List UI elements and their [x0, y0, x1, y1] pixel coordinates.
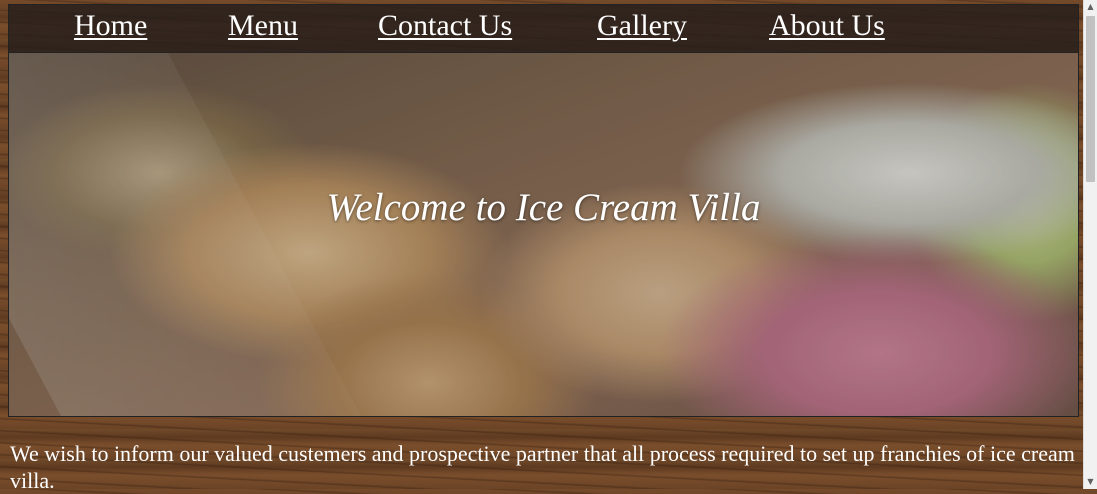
scroll-up-arrow-icon[interactable]: ▲	[1084, 0, 1097, 14]
scrollbar-thumb[interactable]	[1086, 16, 1095, 182]
vertical-scrollbar[interactable]: ▲ ▼	[1083, 0, 1097, 489]
page: Home Menu Contact Us Gallery About Us We…	[0, 0, 1084, 493]
nav-link-about-us[interactable]: About Us	[769, 9, 885, 43]
nav-link-menu[interactable]: Menu	[228, 9, 298, 43]
hero-banner-image: Welcome to Ice Cream Villa	[8, 52, 1079, 417]
nav-link-home[interactable]: Home	[74, 9, 147, 43]
top-navigation: Home Menu Contact Us Gallery About Us	[8, 4, 1079, 54]
nav-link-gallery[interactable]: Gallery	[597, 9, 687, 43]
nav-link-contact-us[interactable]: Contact Us	[378, 9, 512, 43]
intro-paragraph: We wish to inform our valued custemers a…	[10, 441, 1075, 493]
scroll-down-arrow-icon[interactable]: ▼	[1084, 475, 1097, 489]
hero-title: Welcome to Ice Cream Villa	[326, 186, 761, 229]
